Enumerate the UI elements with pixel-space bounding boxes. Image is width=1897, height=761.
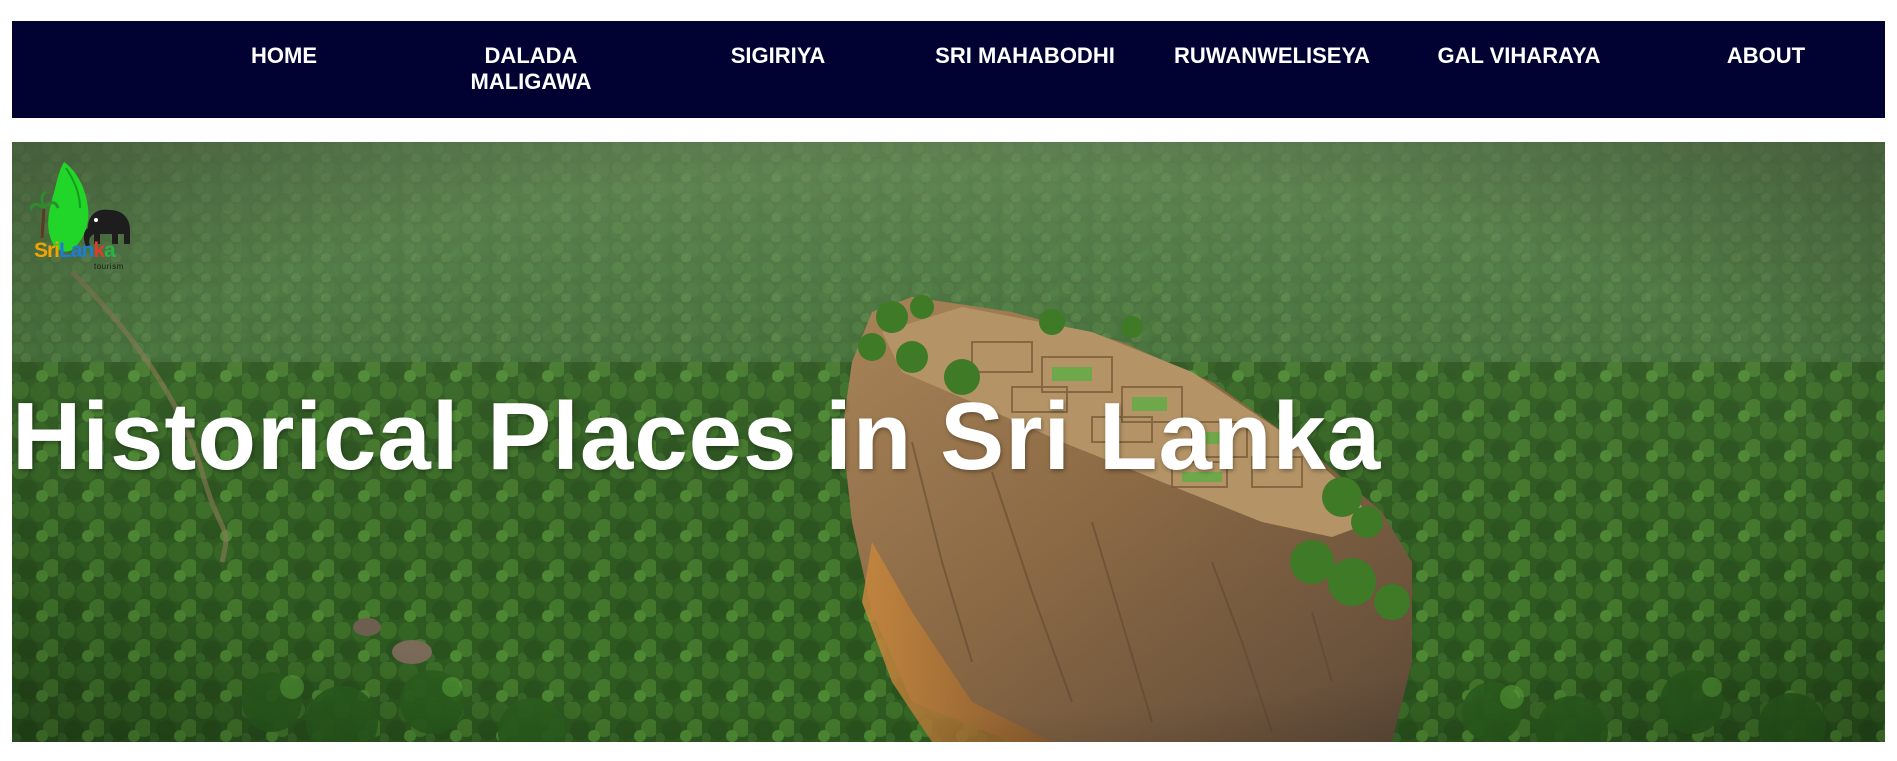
- nav-link-label: SRI MAHABODHI: [935, 43, 1115, 68]
- logo-text-part: Sri: [34, 239, 60, 262]
- nav-link-home[interactable]: HOME: [169, 43, 399, 69]
- logo-text: SriLanka: [34, 239, 116, 262]
- hero-title: Historical Places in Sri Lanka: [12, 383, 1382, 490]
- nav-link-label: ABOUT: [1726, 43, 1806, 68]
- nav-link-sigiriya[interactable]: SIGIRIYA: [663, 43, 893, 69]
- nav-link-label: HOME: [251, 43, 317, 68]
- logo-text-part: Lan: [59, 239, 94, 262]
- logo-text-part: k: [93, 239, 105, 262]
- logo-text-part: a: [104, 239, 116, 262]
- logo-subtitle: tourism: [94, 262, 124, 271]
- nav-link-label: GAL VIHARAYA: [1437, 43, 1601, 68]
- sri-lanka-tourism-logo[interactable]: SriLanka tourism: [30, 158, 150, 278]
- nav-link-label: RUWANWELISEYA: [1174, 43, 1370, 68]
- nav-link-gal-viharaya[interactable]: GAL VIHARAYA: [1404, 43, 1634, 69]
- main-navbar: HOME DALADA MALIGAWA SIGIRIYA SRI MAHABO…: [12, 21, 1885, 118]
- nav-link-ruwanweliseya[interactable]: RUWANWELISEYA: [1157, 43, 1387, 69]
- nav-link-sri-mahabodhi[interactable]: SRI MAHABODHI: [910, 43, 1140, 69]
- nav-link-label: SIGIRIYA: [730, 43, 826, 68]
- nav-link-label: MALIGAWA: [470, 69, 592, 94]
- nav-link-label: DALADA: [484, 43, 578, 68]
- page: HOME DALADA MALIGAWA SIGIRIYA SRI MAHABO…: [0, 0, 1897, 761]
- nav-link-about[interactable]: ABOUT: [1651, 43, 1881, 69]
- hero-banner: SriLanka tourism Historical Places in Sr…: [12, 142, 1885, 742]
- nav-link-dalada-maligawa[interactable]: DALADA MALIGAWA: [416, 43, 646, 95]
